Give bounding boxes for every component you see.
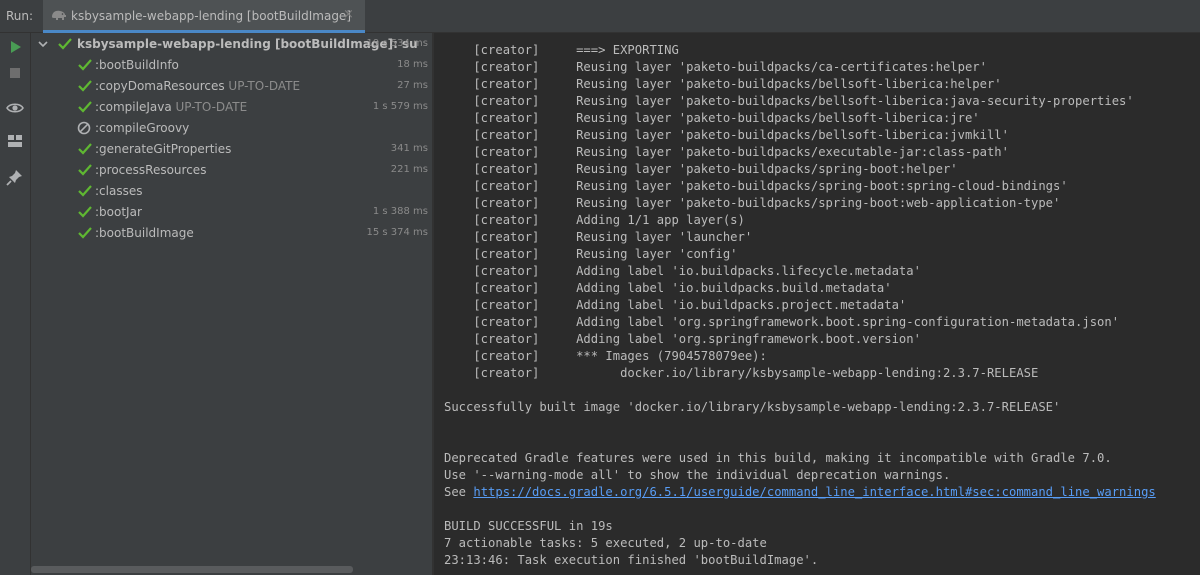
stop-icon[interactable] [5,63,25,83]
run-toolwindow-header: Run: ksbysample-webapp-lending [bootBuil… [0,0,1200,33]
tree-task-duration: 221 ms [390,164,428,175]
close-icon[interactable]: × [343,7,354,22]
tree-task-duration: 1 s 579 ms [372,101,428,112]
console-line: Successfully built image 'docker.io/libr… [444,400,1061,414]
docs-link[interactable]: https://docs.gradle.org/6.5.1/userguide/… [473,485,1155,499]
see-prefix: See [444,485,474,499]
console-line: 23:13:46: Task execution finished 'bootB… [444,553,819,567]
tree-root-duration: 19 s 534 ms [366,38,428,49]
tree-task-label: :bootJar [95,205,142,219]
console-text: [creator] ===> EXPORTING [creator] Reusi… [444,33,1156,569]
console-line: [creator] Adding 1/1 app layer(s) [444,213,745,227]
console-line: [creator] Adding label 'io.buildpacks.pr… [444,298,907,312]
task-name: :copyDomaResources [95,79,225,93]
tree-task-node[interactable]: :processResources 221 ms [77,160,428,181]
console-line: [creator] Reusing layer 'paketo-buildpac… [444,128,1009,142]
run-toolbar [0,33,31,575]
success-check-icon [77,163,93,180]
task-name: :compileJava [95,100,172,114]
task-name: :classes [95,184,143,198]
console-line: [creator] Reusing layer 'paketo-buildpac… [444,111,980,125]
task-name: :processResources [95,163,207,177]
gradle-elephant-icon [51,8,67,25]
console-output[interactable]: [creator] ===> EXPORTING [creator] Reusi… [434,33,1200,575]
horizontal-scrollbar[interactable] [31,566,353,573]
tree-task-label: :bootBuildImage [95,226,194,240]
rerun-icon[interactable] [5,37,25,57]
console-line: Deprecated Gradle features were used in … [444,451,1112,465]
console-line: Use '--warning-mode all' to show the ind… [444,468,951,482]
tree-task-node[interactable]: :copyDomaResources UP-TO-DATE 27 ms [77,76,428,97]
tree-task-label: :processResources [95,163,206,177]
layout-icon[interactable] [5,131,25,151]
task-name: :bootBuildImage [95,226,194,240]
success-check-icon [77,100,93,117]
tree-task-label: :compileJava UP-TO-DATE [95,100,247,114]
success-check-icon [77,226,93,243]
tree-root-node[interactable]: ksbysample-webapp-lending [bootBuildImag… [37,34,428,55]
success-check-icon [77,79,93,96]
tree-task-label: :bootBuildInfo [95,58,179,72]
tree-task-node[interactable]: :compileGroovy [77,118,428,139]
tree-task-node[interactable]: :generateGitProperties 341 ms [77,139,428,160]
tree-task-label: :compileGroovy [95,121,189,135]
tree-task-duration: 15 s 374 ms [366,227,428,238]
console-line: [creator] Reusing layer 'paketo-buildpac… [444,179,1068,193]
build-tree: ksbysample-webapp-lending [bootBuildImag… [31,33,432,575]
console-line: BUILD SUCCESSFUL in 19s [444,519,613,533]
chevron-down-icon[interactable] [37,37,49,54]
success-check-icon [57,37,73,54]
tree-task-duration: 1 s 388 ms [372,206,428,217]
task-name: :bootBuildInfo [95,58,179,72]
tree-task-node[interactable]: :bootBuildInfo 18 ms [77,55,428,76]
console-line: [creator] Reusing layer 'paketo-buildpac… [444,162,958,176]
tree-task-node[interactable]: :compileJava UP-TO-DATE 1 s 579 ms [77,97,428,118]
task-status-text: UP-TO-DATE [224,79,301,93]
task-name: :bootJar [95,205,142,219]
success-check-icon [77,58,93,75]
eye-icon[interactable] [5,98,25,118]
success-check-icon [77,184,93,201]
console-line: 7 actionable tasks: 5 executed, 2 up-to-… [444,536,767,550]
success-check-icon [77,142,93,159]
tree-task-node[interactable]: :classes [77,181,428,202]
console-line: [creator] docker.io/library/ksbysample-w… [444,366,1039,380]
console-line: [creator] Reusing layer 'launcher' [444,230,753,244]
tree-task-label: :classes [95,184,142,198]
tree-task-duration: 27 ms [397,80,428,91]
tree-task-duration: 18 ms [397,59,428,70]
console-line: [creator] Reusing layer 'paketo-buildpac… [444,77,1002,91]
console-line: [creator] Reusing layer 'paketo-buildpac… [444,94,1134,108]
console-line: [creator] Adding label 'org.springframew… [444,315,1120,329]
console-line: [creator] ===> EXPORTING [444,43,679,57]
console-line: [creator] Reusing layer 'paketo-buildpac… [444,145,1009,159]
task-name: :compileGroovy [95,121,190,135]
task-status-text: UP-TO-DATE [171,100,248,114]
console-line: [creator] Reusing layer 'paketo-buildpac… [444,60,987,74]
pin-icon[interactable] [5,167,25,187]
tab-title: ksbysample-webapp-lending [bootBuildImag… [71,9,351,23]
tree-task-duration: 341 ms [390,143,428,154]
console-line: [creator] Adding label 'io.buildpacks.bu… [444,281,892,295]
console-line: [creator] Adding label 'org.springframew… [444,332,921,346]
console-line: See https://docs.gradle.org/6.5.1/usergu… [444,484,1156,501]
console-line: [creator] *** Images (7904578079ee): [444,349,767,363]
task-name: :generateGitProperties [95,142,232,156]
tree-task-node[interactable]: :bootJar 1 s 388 ms [77,202,428,223]
tab-run-configuration[interactable]: ksbysample-webapp-lending [bootBuildImag… [43,0,365,33]
skipped-icon [77,121,93,138]
console-line: [creator] Reusing layer 'paketo-buildpac… [444,196,1061,210]
tree-task-label: :copyDomaResources UP-TO-DATE [95,79,300,93]
success-check-icon [77,205,93,222]
console-line: [creator] Adding label 'io.buildpacks.li… [444,264,921,278]
console-line: [creator] Reusing layer 'config' [444,247,738,261]
tree-task-node[interactable]: :bootBuildImage 15 s 374 ms [77,223,428,244]
run-label: Run: [6,9,34,23]
tree-task-label: :generateGitProperties [95,142,231,156]
